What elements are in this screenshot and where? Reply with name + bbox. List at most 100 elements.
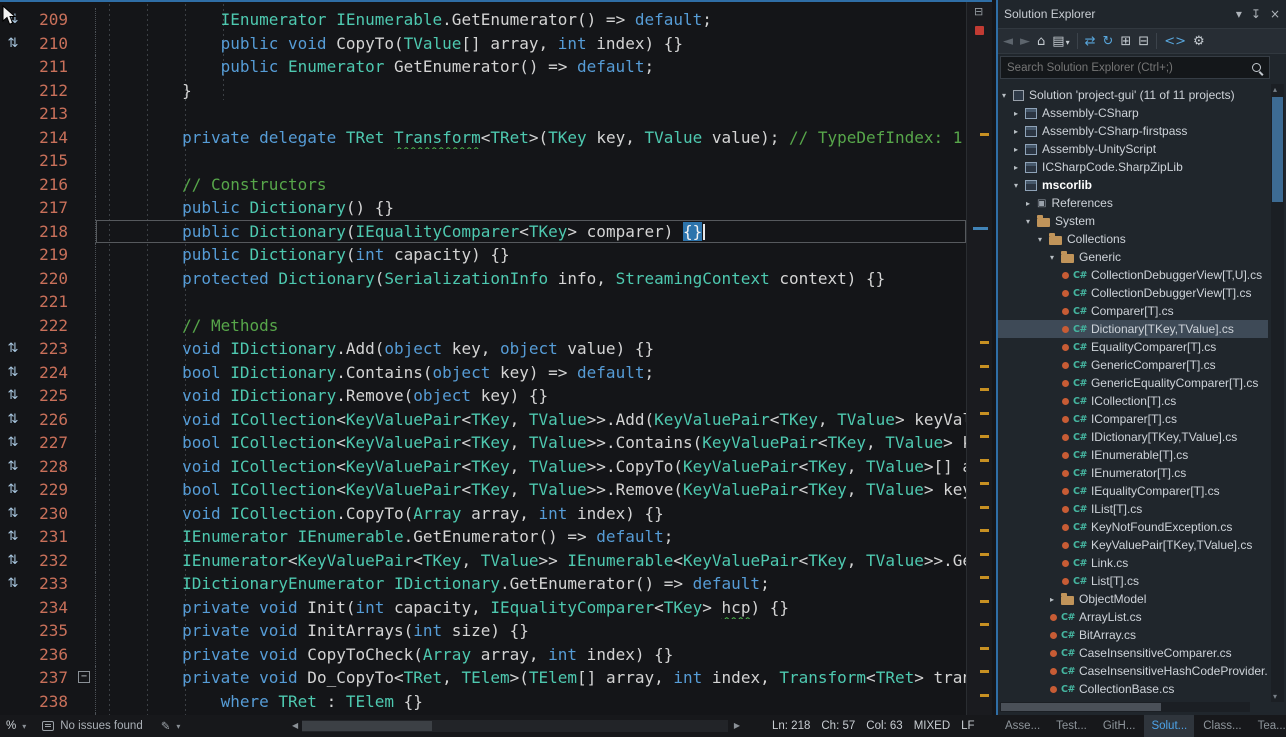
code-line[interactable]: 238 where TRet : TElem {} bbox=[0, 690, 966, 714]
code-line[interactable]: 211 public Enumerator GetEnumerator() =>… bbox=[0, 55, 966, 79]
line-number[interactable]: 231 bbox=[26, 525, 76, 549]
code-text[interactable]: IEnumerator<KeyValuePair<TKey, TValue>> … bbox=[96, 549, 966, 573]
line-number[interactable]: 211 bbox=[26, 55, 76, 79]
tree-item[interactable]: C#KeyNotFoundException.cs bbox=[998, 518, 1268, 536]
explorer-vertical-scrollbar[interactable]: ▴ ▾ bbox=[1271, 84, 1284, 702]
tree-item[interactable]: ▾Solution 'project-gui' (11 of 11 projec… bbox=[998, 86, 1268, 104]
implements-interface-icon[interactable]: ⇅ bbox=[0, 361, 26, 385]
line-number[interactable]: 228 bbox=[26, 455, 76, 479]
code-line[interactable]: 221 bbox=[0, 290, 966, 314]
tree-expanded-icon[interactable]: ▾ bbox=[1038, 235, 1049, 244]
code-text[interactable] bbox=[96, 290, 966, 314]
properties-icon[interactable]: ⚙ bbox=[1193, 32, 1205, 50]
split-editor-icon[interactable]: ⊟ bbox=[974, 5, 983, 18]
code-line[interactable]: ⇅209 IEnumerator IEnumerable.GetEnumerat… bbox=[0, 8, 966, 32]
tree-collapsed-icon[interactable]: ▸ bbox=[1014, 127, 1025, 136]
line-number[interactable]: 233 bbox=[26, 572, 76, 596]
line-number[interactable]: 237 bbox=[26, 666, 76, 690]
tree-item[interactable]: C#CollectionDebuggerView[T,U].cs bbox=[998, 266, 1268, 284]
line-number[interactable]: 219 bbox=[26, 243, 76, 267]
code-line[interactable]: ⇅223 void IDictionary.Add(object key, ob… bbox=[0, 337, 966, 361]
caret-down-icon[interactable]: ▾ bbox=[176, 722, 180, 731]
tree-item[interactable]: C#IEqualityComparer[T].cs bbox=[998, 482, 1268, 500]
tree-collapsed-icon[interactable]: ▸ bbox=[1014, 163, 1025, 172]
code-text[interactable]: void ICollection<KeyValuePair<TKey, TVal… bbox=[96, 408, 966, 432]
implements-interface-icon[interactable]: ⇅ bbox=[0, 502, 26, 526]
tree-item[interactable]: C#IDictionary[TKey,TValue].cs bbox=[998, 428, 1268, 446]
implements-interface-icon[interactable]: ⇅ bbox=[0, 478, 26, 502]
panel-tab[interactable]: Test... bbox=[1049, 715, 1094, 737]
line-number[interactable]: 234 bbox=[26, 596, 76, 620]
tree-expanded-icon[interactable]: ▾ bbox=[1014, 181, 1025, 190]
code-text[interactable]: private delegate TRet Transform<TRet>(TK… bbox=[96, 126, 966, 150]
code-line[interactable]: ⇅229 bool ICollection<KeyValuePair<TKey,… bbox=[0, 478, 966, 502]
tree-collapsed-icon[interactable]: ▸ bbox=[1014, 109, 1025, 118]
code-line[interactable]: 234 private void Init(int capacity, IEqu… bbox=[0, 596, 966, 620]
scroll-left-icon[interactable]: ◀ bbox=[292, 721, 298, 730]
tree-item[interactable]: ▸Assembly-CSharp-firstpass bbox=[998, 122, 1268, 140]
tree-item[interactable]: C#ICollection[T].cs bbox=[998, 392, 1268, 410]
code-line[interactable]: 212 } bbox=[0, 79, 966, 103]
tree-item[interactable]: C#Link.cs bbox=[998, 554, 1268, 572]
tree-item[interactable]: ▸Assembly-CSharp bbox=[998, 104, 1268, 122]
line-number[interactable]: 236 bbox=[26, 643, 76, 667]
tree-item[interactable]: ▸ICSharpCode.SharpZipLib bbox=[998, 158, 1268, 176]
zoom-control[interactable]: % bbox=[6, 720, 16, 732]
code-area[interactable]: ⇅ 209 IEnumerator IEnumerable.GetEnumerat… bbox=[0, 4, 966, 715]
code-text[interactable] bbox=[96, 149, 966, 173]
code-text[interactable]: bool ICollection<KeyValuePair<TKey, TVal… bbox=[96, 431, 966, 455]
scroll-down-icon[interactable]: ▾ bbox=[1273, 692, 1277, 701]
panel-tab[interactable]: Asse... bbox=[998, 715, 1047, 737]
line-number[interactable]: 225 bbox=[26, 384, 76, 408]
line-number[interactable]: 213 bbox=[26, 102, 76, 126]
refresh-icon[interactable]: ↻ bbox=[1102, 32, 1113, 50]
tree-collapsed-icon[interactable]: ▸ bbox=[1014, 145, 1025, 154]
code-text[interactable]: public Dictionary(int capacity) {} bbox=[96, 243, 966, 267]
overview-ruler[interactable]: ⊟ bbox=[966, 2, 992, 715]
panel-tab[interactable]: Tea... bbox=[1251, 715, 1286, 737]
line-number[interactable]: 232 bbox=[26, 549, 76, 573]
code-text[interactable]: IEnumerator IEnumerable.GetEnumerator() … bbox=[96, 525, 966, 549]
code-text[interactable]: protected Dictionary(SerializationInfo i… bbox=[96, 267, 966, 291]
line-number[interactable]: 217 bbox=[26, 196, 76, 220]
code-text[interactable]: bool IDictionary.Contains(object key) =>… bbox=[96, 361, 966, 385]
code-text[interactable]: public Dictionary() {} bbox=[96, 196, 966, 220]
pin-icon[interactable]: ↧ bbox=[1251, 7, 1261, 21]
tree-item[interactable]: C#KeyValuePair[TKey,TValue].cs bbox=[998, 536, 1268, 554]
code-line[interactable]: 237− private void Do_CopyTo<TRet, TElem>… bbox=[0, 666, 966, 690]
code-text[interactable]: private void Do_CopyTo<TRet, TElem>(TEle… bbox=[96, 666, 966, 690]
implements-interface-icon[interactable]: ⇅ bbox=[0, 455, 26, 479]
tree-item[interactable]: C#GenericComparer[T].cs bbox=[998, 356, 1268, 374]
code-text[interactable]: public Enumerator GetEnumerator() => def… bbox=[96, 55, 966, 79]
code-text[interactable]: IEnumerator IEnumerable.GetEnumerator() … bbox=[96, 8, 966, 32]
code-text[interactable]: // Constructors bbox=[96, 173, 966, 197]
tree-item[interactable]: ▸▣References bbox=[998, 194, 1268, 212]
code-line[interactable]: 236 private void CopyToCheck(Array array… bbox=[0, 643, 966, 667]
code-line[interactable]: 214 private delegate TRet Transform<TRet… bbox=[0, 126, 966, 150]
tree-item[interactable]: C#BitArray.cs bbox=[998, 626, 1268, 644]
code-line[interactable]: 222 // Methods bbox=[0, 314, 966, 338]
tree-item[interactable]: C#CaseInsensitiveComparer.cs bbox=[998, 644, 1268, 662]
panel-tab[interactable]: GitH... bbox=[1096, 715, 1143, 737]
back-icon[interactable]: ◄ bbox=[1003, 32, 1013, 50]
tree-item[interactable]: ▾mscorlib bbox=[998, 176, 1268, 194]
code-text[interactable]: public Dictionary(IEqualityComparer<TKey… bbox=[96, 220, 966, 244]
code-line[interactable]: 213 bbox=[0, 102, 966, 126]
line-number[interactable]: 221 bbox=[26, 290, 76, 314]
implements-interface-icon[interactable]: ⇅ bbox=[0, 525, 26, 549]
tree-collapsed-icon[interactable]: ▸ bbox=[1050, 595, 1061, 604]
tree-item[interactable]: C#IEnumerator[T].cs bbox=[998, 464, 1268, 482]
line-number[interactable]: 226 bbox=[26, 408, 76, 432]
line-number[interactable]: 209 bbox=[26, 8, 76, 32]
implements-interface-icon[interactable]: ⇅ bbox=[0, 572, 26, 596]
tree-collapsed-icon[interactable]: ▸ bbox=[1026, 199, 1037, 208]
code-line[interactable]: ⇅227 bool ICollection<KeyValuePair<TKey,… bbox=[0, 431, 966, 455]
switch-views-icon[interactable]: ▤▾ bbox=[1052, 32, 1069, 50]
scrollbar-thumb[interactable] bbox=[1001, 703, 1161, 711]
line-number[interactable]: 220 bbox=[26, 267, 76, 291]
line-number[interactable]: 212 bbox=[26, 79, 76, 103]
code-text[interactable]: bool ICollection<KeyValuePair<TKey, TVal… bbox=[96, 478, 966, 502]
line-number[interactable]: 215 bbox=[26, 149, 76, 173]
line-number[interactable]: 224 bbox=[26, 361, 76, 385]
fold-collapse-icon[interactable]: − bbox=[78, 671, 90, 683]
